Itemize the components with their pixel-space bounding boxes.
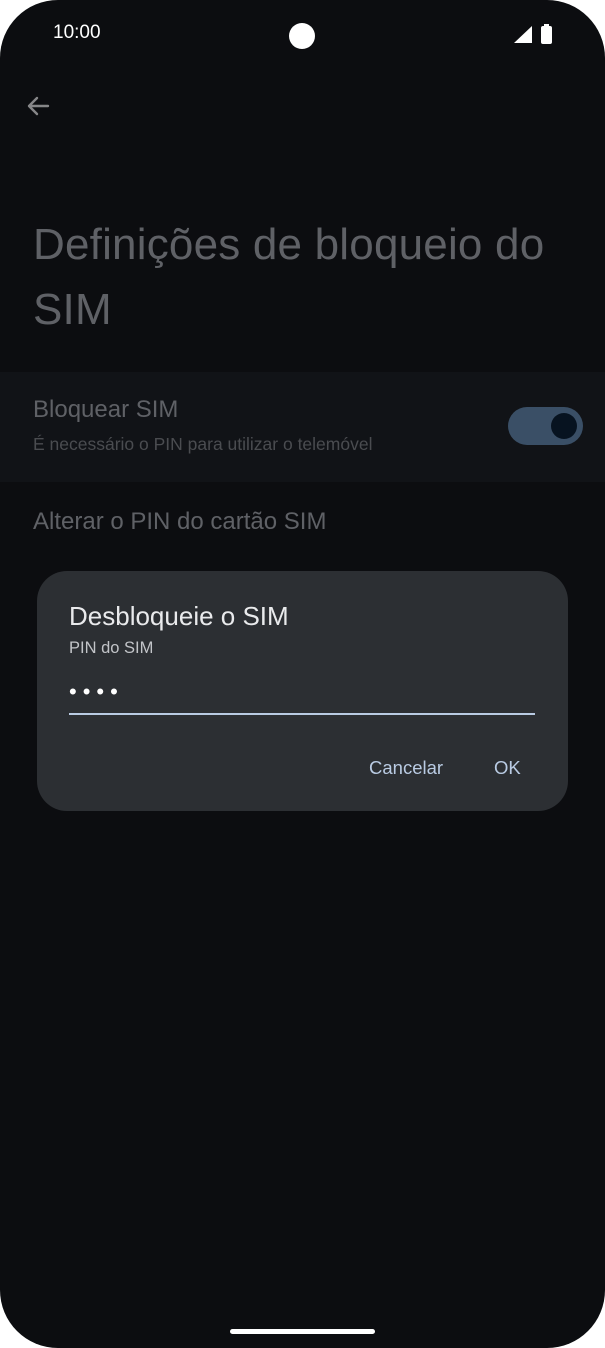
back-arrow-icon[interactable] [22, 90, 54, 122]
change-sim-pin-item[interactable]: Alterar o PIN do cartão SIM [33, 508, 326, 536]
cancel-button[interactable]: Cancelar [369, 757, 443, 779]
page-title: Definições de bloqueio do SIM [33, 220, 545, 334]
status-time: 10:00 [53, 22, 101, 43]
signal-icon [514, 26, 532, 43]
phone-screen: 10:00 Definições de bloqueio do SIM Bloq… [0, 0, 605, 1348]
lock-sim-toggle[interactable] [508, 407, 583, 445]
sim-pin-input[interactable] [69, 677, 535, 715]
camera-cutout [289, 23, 315, 49]
dialog-title: Desbloqueie o SIM [69, 601, 289, 631]
lock-sim-subtitle: É necessário o PIN para utilizar o telem… [33, 434, 373, 454]
pin-field-label: PIN do SIM [69, 639, 154, 657]
battery-icon [541, 24, 552, 44]
home-indicator[interactable] [230, 1329, 375, 1334]
lock-sim-row[interactable]: Bloquear SIM É necessário o PIN para uti… [0, 372, 605, 482]
lock-sim-title: Bloquear SIM [33, 396, 179, 423]
ok-button[interactable]: OK [494, 757, 521, 779]
unlock-sim-dialog: Desbloqueie o SIM PIN do SIM Cancelar OK [37, 571, 568, 811]
toggle-knob [551, 413, 577, 439]
